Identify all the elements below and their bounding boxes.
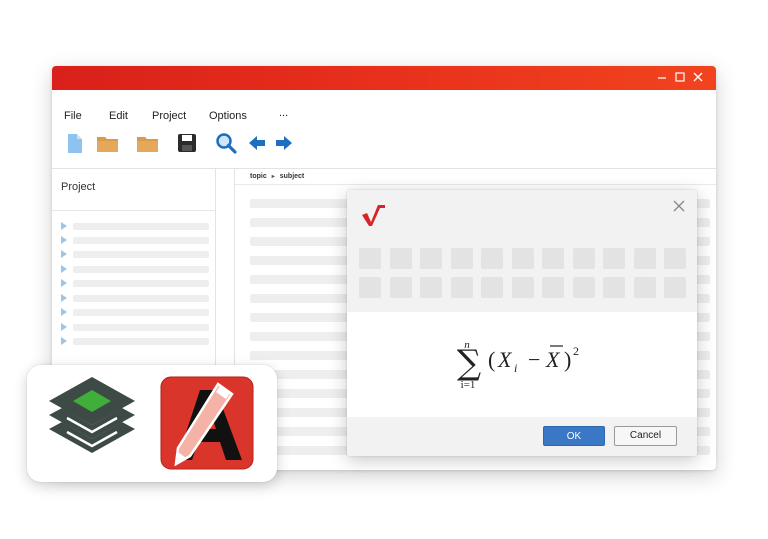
sidebar-divider — [52, 210, 215, 211]
mathtype-logo-icon — [359, 202, 387, 226]
menu-project[interactable]: Project — [152, 110, 186, 122]
palette-cell[interactable] — [451, 248, 473, 269]
palette-cell[interactable] — [481, 277, 503, 298]
toolbar — [52, 132, 716, 156]
app-icons-badge — [27, 365, 277, 482]
maximize-icon[interactable] — [672, 69, 688, 85]
tree-item[interactable] — [61, 279, 211, 287]
cancel-button[interactable]: Cancel — [614, 426, 677, 446]
expand-arrow-icon[interactable] — [61, 308, 67, 316]
palette-cell[interactable] — [664, 277, 686, 298]
breadcrumb-subject[interactable]: subject — [280, 173, 305, 180]
tree-item[interactable] — [61, 294, 211, 302]
close-icon[interactable] — [690, 69, 706, 85]
palette-cell[interactable] — [359, 248, 381, 269]
tree-item[interactable] — [61, 222, 211, 230]
minimize-icon[interactable] — [654, 69, 670, 85]
palette-cell[interactable] — [390, 277, 412, 298]
palette-cell[interactable] — [512, 248, 534, 269]
menu-options[interactable]: Options — [209, 110, 247, 122]
close-icon[interactable] — [671, 198, 687, 214]
expand-arrow-icon[interactable] — [61, 323, 67, 331]
sidebar-title: Project — [61, 181, 96, 193]
term-x: X — [497, 347, 513, 372]
palette-cell[interactable] — [481, 248, 503, 269]
dialog-header — [347, 190, 697, 312]
dialog-footer: OK Cancel — [347, 417, 697, 456]
mean-x: X — [545, 347, 561, 372]
tree-item-placeholder — [73, 251, 209, 258]
palette-cell[interactable] — [634, 277, 656, 298]
tree-item[interactable] — [61, 323, 211, 331]
minus-sign: − — [528, 347, 540, 372]
ok-button[interactable]: OK — [543, 426, 605, 446]
tree-item-placeholder — [73, 324, 209, 331]
open-folder-icon[interactable] — [96, 132, 118, 154]
tree-item[interactable] — [61, 236, 211, 244]
palette-cell[interactable] — [359, 277, 381, 298]
open-paren: ( — [488, 347, 495, 372]
red-a-pencil-app-icon[interactable] — [160, 376, 254, 470]
palette-cell[interactable] — [542, 248, 564, 269]
formula-render: n ∑ i=1 ( X i − X ) 2 — [457, 339, 579, 391]
menu-edit[interactable]: Edit — [109, 110, 128, 122]
palette-cell[interactable] — [603, 248, 625, 269]
palette-cell[interactable] — [420, 248, 442, 269]
breadcrumb-separator: ▸ — [271, 174, 275, 180]
tree-item-placeholder — [73, 338, 209, 345]
folder-icon[interactable] — [136, 132, 158, 154]
search-icon[interactable] — [214, 132, 237, 154]
expand-arrow-icon[interactable] — [61, 294, 67, 302]
palette-cell[interactable] — [573, 277, 595, 298]
save-icon[interactable] — [176, 132, 198, 154]
palette-cell[interactable] — [420, 277, 442, 298]
expand-arrow-icon[interactable] — [61, 250, 67, 258]
palette-cell[interactable] — [634, 248, 656, 269]
palette-cell[interactable] — [603, 277, 625, 298]
breadcrumb-divider — [235, 184, 716, 185]
palette-cell[interactable] — [512, 277, 534, 298]
tree-item[interactable] — [61, 265, 211, 273]
tree-item-placeholder — [73, 237, 209, 244]
tree-item-placeholder — [73, 309, 209, 316]
formula-area[interactable]: n ∑ i=1 ( X i − X ) 2 — [347, 312, 697, 417]
menu-file[interactable]: File — [64, 110, 82, 122]
tree-item[interactable] — [61, 250, 211, 258]
tree-item[interactable] — [61, 337, 211, 345]
term-subscript: i — [514, 361, 517, 375]
sum-lower-limit: i=1 — [461, 379, 476, 391]
title-bar[interactable] — [52, 66, 716, 90]
breadcrumb: topic ▸ subject — [250, 173, 304, 180]
breadcrumb-topic[interactable]: topic — [250, 173, 267, 180]
expand-arrow-icon[interactable] — [61, 236, 67, 244]
tree-item[interactable] — [61, 308, 211, 316]
equation-editor-dialog: n ∑ i=1 ( X i − X ) 2 OK Cancel — [347, 190, 697, 456]
expand-arrow-icon[interactable] — [61, 279, 67, 287]
new-document-icon[interactable] — [64, 132, 86, 154]
back-arrow-icon[interactable] — [247, 132, 269, 154]
sum-symbol: ∑ — [457, 343, 481, 383]
tree-item-placeholder — [73, 295, 209, 302]
close-paren: ) — [564, 347, 571, 372]
palette-cell[interactable] — [390, 248, 412, 269]
expand-arrow-icon[interactable] — [61, 265, 67, 273]
tree-item-placeholder — [73, 223, 209, 230]
palette-cell[interactable] — [542, 277, 564, 298]
menu-more[interactable]: ... — [279, 107, 288, 119]
palette-cell[interactable] — [664, 248, 686, 269]
forward-arrow-icon[interactable] — [274, 132, 296, 154]
tree-item-placeholder — [73, 280, 209, 287]
palette-cell[interactable] — [573, 248, 595, 269]
palette-cell[interactable] — [451, 277, 473, 298]
tree-item-placeholder — [73, 266, 209, 273]
expand-arrow-icon[interactable] — [61, 222, 67, 230]
expand-arrow-icon[interactable] — [61, 337, 67, 345]
stacked-layers-app-icon[interactable] — [47, 375, 137, 472]
exponent: 2 — [573, 344, 579, 358]
